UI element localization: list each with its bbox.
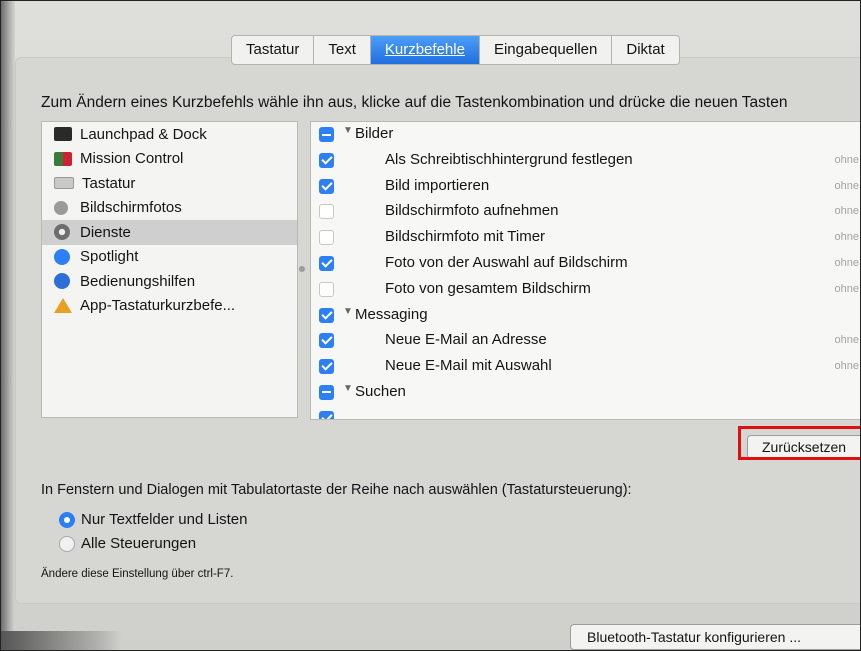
disclosure-triangle-icon[interactable]: ▼ — [343, 383, 353, 394]
shortcut-label: Bildschirmfoto mit Timer — [385, 228, 546, 246]
keyboard-navigation-title: In Fenstern und Dialogen mit Tabulatorta… — [41, 482, 632, 498]
shortcut-label: Bildschirmfoto aufnehmen — [385, 202, 559, 220]
shortcut-label: Bild importieren — [385, 176, 490, 194]
category-label: Spotlight — [80, 248, 139, 266]
mission-control-icon — [54, 151, 72, 166]
radio-text-fields[interactable]: Nur Textfelder und Listen — [59, 511, 248, 528]
group-row-suchen[interactable]: ▼ Suchen — [311, 380, 860, 406]
accessibility-icon — [54, 273, 70, 290]
shortcut-label: Als Schreibtischhintergrund festlegen — [385, 150, 633, 168]
shortcut-checkbox[interactable] — [319, 281, 334, 297]
shortcut-label: Foto von der Auswahl auf Bildschirm — [385, 253, 628, 271]
shortcut-checkbox[interactable] — [319, 255, 334, 271]
group-row-bilder[interactable]: ▼ Bilder — [311, 122, 860, 148]
shortcut-label: Neue E-Mail an Adresse — [385, 331, 547, 349]
category-mission-control[interactable]: Mission Control — [42, 147, 297, 172]
shortcut-key[interactable]: ohne — [835, 231, 859, 243]
gear-icon — [54, 224, 70, 241]
group-checkbox[interactable] — [319, 384, 334, 400]
shortcut-row[interactable]: Foto von der Auswahl auf Bildschirm ohne — [311, 251, 860, 277]
radio-unselected-icon[interactable] — [59, 535, 75, 552]
shortcut-row[interactable]: Als Schreibtischhintergrund festlegen oh… — [311, 148, 860, 174]
splitter-handle[interactable] — [299, 266, 305, 272]
shortcut-key[interactable]: ohne — [835, 334, 859, 346]
window-edge-bottom — [1, 631, 121, 650]
disclosure-triangle-icon[interactable]: ▼ — [343, 306, 353, 317]
highlight-box — [738, 426, 860, 460]
shortcut-label: Neue E-Mail mit Auswahl — [385, 357, 552, 375]
disclosure-triangle-icon[interactable]: ▼ — [343, 125, 353, 136]
category-app-shortcuts[interactable]: App-Tastaturkurzbefe... — [42, 294, 297, 319]
group-label: Bilder — [355, 125, 394, 142]
shortcut-row[interactable]: Bildschirmfoto aufnehmen ohne — [311, 199, 860, 225]
hint-text: Ändere diese Einstellung über ctrl-F7. — [41, 568, 234, 580]
window-edge — [1, 1, 15, 650]
group-row-messaging[interactable]: ▼ Messaging — [311, 303, 860, 329]
radio-all-controls[interactable]: Alle Steuerungen — [59, 535, 196, 552]
shortcut-row[interactable]: Foto von gesamtem Bildschirm ohne — [311, 277, 860, 303]
radio-label: Alle Steuerungen — [81, 535, 197, 552]
category-label: Dienste — [80, 223, 131, 241]
category-spotlight[interactable]: Spotlight — [42, 245, 297, 270]
shortcut-checkbox[interactable] — [319, 178, 334, 194]
category-label: Mission Control — [80, 150, 184, 168]
radio-label: Nur Textfelder und Listen — [81, 511, 248, 528]
window: Tastatur Text Kurzbefehle Eingabequellen… — [0, 0, 861, 651]
instruction-text: Zum Ändern eines Kurzbefehls wähle ihn a… — [41, 94, 788, 111]
group-label: Messaging — [355, 305, 428, 323]
tab-eingabequellen[interactable]: Eingabequellen — [479, 35, 613, 65]
shortcut-key[interactable]: ohne — [835, 154, 859, 166]
shortcut-checkbox[interactable] — [319, 230, 334, 246]
category-label: Bildschirmfotos — [80, 199, 182, 217]
category-tastatur[interactable]: Tastatur — [42, 171, 297, 196]
shortcut-row[interactable] — [311, 406, 860, 419]
category-label: Launchpad & Dock — [80, 125, 207, 143]
shortcut-key[interactable]: ohne — [835, 205, 859, 217]
category-label: Tastatur — [82, 174, 136, 192]
shortcut-key[interactable]: ohne — [835, 180, 859, 192]
shortcut-key[interactable]: ohne — [835, 283, 859, 295]
spotlight-icon — [54, 248, 70, 265]
shortcut-checkbox[interactable] — [319, 410, 334, 419]
shortcut-checkbox[interactable] — [319, 204, 334, 220]
shortcut-checkbox[interactable] — [319, 152, 334, 168]
group-label: Suchen — [355, 382, 406, 400]
category-dienste[interactable]: Dienste — [42, 220, 297, 245]
category-bedienungshilfen[interactable]: Bedienungshilfen — [42, 269, 297, 294]
category-bildschirmfotos[interactable]: Bildschirmfotos — [42, 196, 297, 221]
group-checkbox[interactable] — [319, 127, 334, 142]
shortcut-key[interactable]: ohne — [835, 360, 859, 372]
radio-selected-icon[interactable] — [59, 511, 75, 528]
screenshot-icon — [54, 200, 68, 215]
group-checkbox[interactable] — [319, 307, 334, 323]
app-shortcuts-icon — [54, 298, 72, 314]
tab-text[interactable]: Text — [314, 35, 371, 65]
shortcut-label: Foto von gesamtem Bildschirm — [385, 279, 591, 297]
tab-kurzbefehle[interactable]: Kurzbefehle — [370, 35, 480, 65]
category-list[interactable]: Launchpad & Dock Mission Control Tastatu… — [41, 121, 298, 418]
shortcut-checkbox[interactable] — [319, 359, 334, 375]
tab-diktat[interactable]: Diktat — [612, 35, 680, 65]
tab-bar: Tastatur Text Kurzbefehle Eingabequellen… — [231, 35, 680, 65]
shortcut-list[interactable]: ▼ Bilder Als Schreibtischhintergrund fes… — [310, 121, 860, 420]
category-label: Bedienungshilfen — [80, 272, 196, 290]
shortcut-row[interactable]: Bildschirmfoto mit Timer ohne — [311, 225, 860, 251]
shortcut-row[interactable]: Neue E-Mail mit Auswahl ohne — [311, 354, 860, 380]
keyboard-icon — [54, 177, 74, 190]
shortcut-checkbox[interactable] — [319, 333, 334, 349]
launchpad-icon — [54, 127, 72, 142]
category-launchpad-dock[interactable]: Launchpad & Dock — [42, 122, 297, 147]
tab-tastatur[interactable]: Tastatur — [231, 35, 315, 65]
bluetooth-keyboard-button[interactable]: Bluetooth-Tastatur konfigurieren ... — [570, 624, 860, 650]
shortcut-row[interactable]: Bild importieren ohne — [311, 174, 860, 200]
category-label: App-Tastaturkurzbefe... — [80, 297, 236, 315]
shortcut-key[interactable]: ohne — [835, 257, 859, 269]
shortcut-row[interactable]: Neue E-Mail an Adresse ohne — [311, 328, 860, 354]
